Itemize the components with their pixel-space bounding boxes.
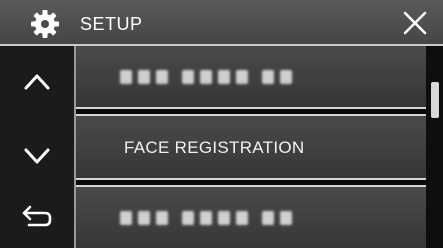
blurred-label <box>120 209 292 227</box>
return-arrow-icon <box>22 205 52 227</box>
gear-icon <box>31 10 59 38</box>
chevron-down-icon <box>24 148 50 164</box>
header-bar: SETUP <box>0 0 443 46</box>
scrollbar-track <box>426 46 443 248</box>
list-item[interactable] <box>76 46 426 109</box>
back-button[interactable] <box>0 184 74 248</box>
scroll-down-button[interactable] <box>0 124 74 188</box>
scroll-up-button[interactable] <box>0 50 74 114</box>
menu-list: FACE REGISTRATION <box>76 46 426 248</box>
setup-screen: SETUP FACE REGISTRATION <box>0 0 443 248</box>
scrollbar-thumb[interactable] <box>431 82 439 118</box>
list-item-label: FACE REGISTRATION <box>124 138 305 157</box>
page-title: SETUP <box>80 14 143 34</box>
list-item-face-registration[interactable]: FACE REGISTRATION <box>76 114 426 180</box>
close-icon[interactable] <box>402 10 428 36</box>
list-item[interactable] <box>76 185 426 248</box>
chevron-up-icon <box>24 74 50 90</box>
blurred-label <box>120 68 292 86</box>
nav-column <box>0 46 76 248</box>
